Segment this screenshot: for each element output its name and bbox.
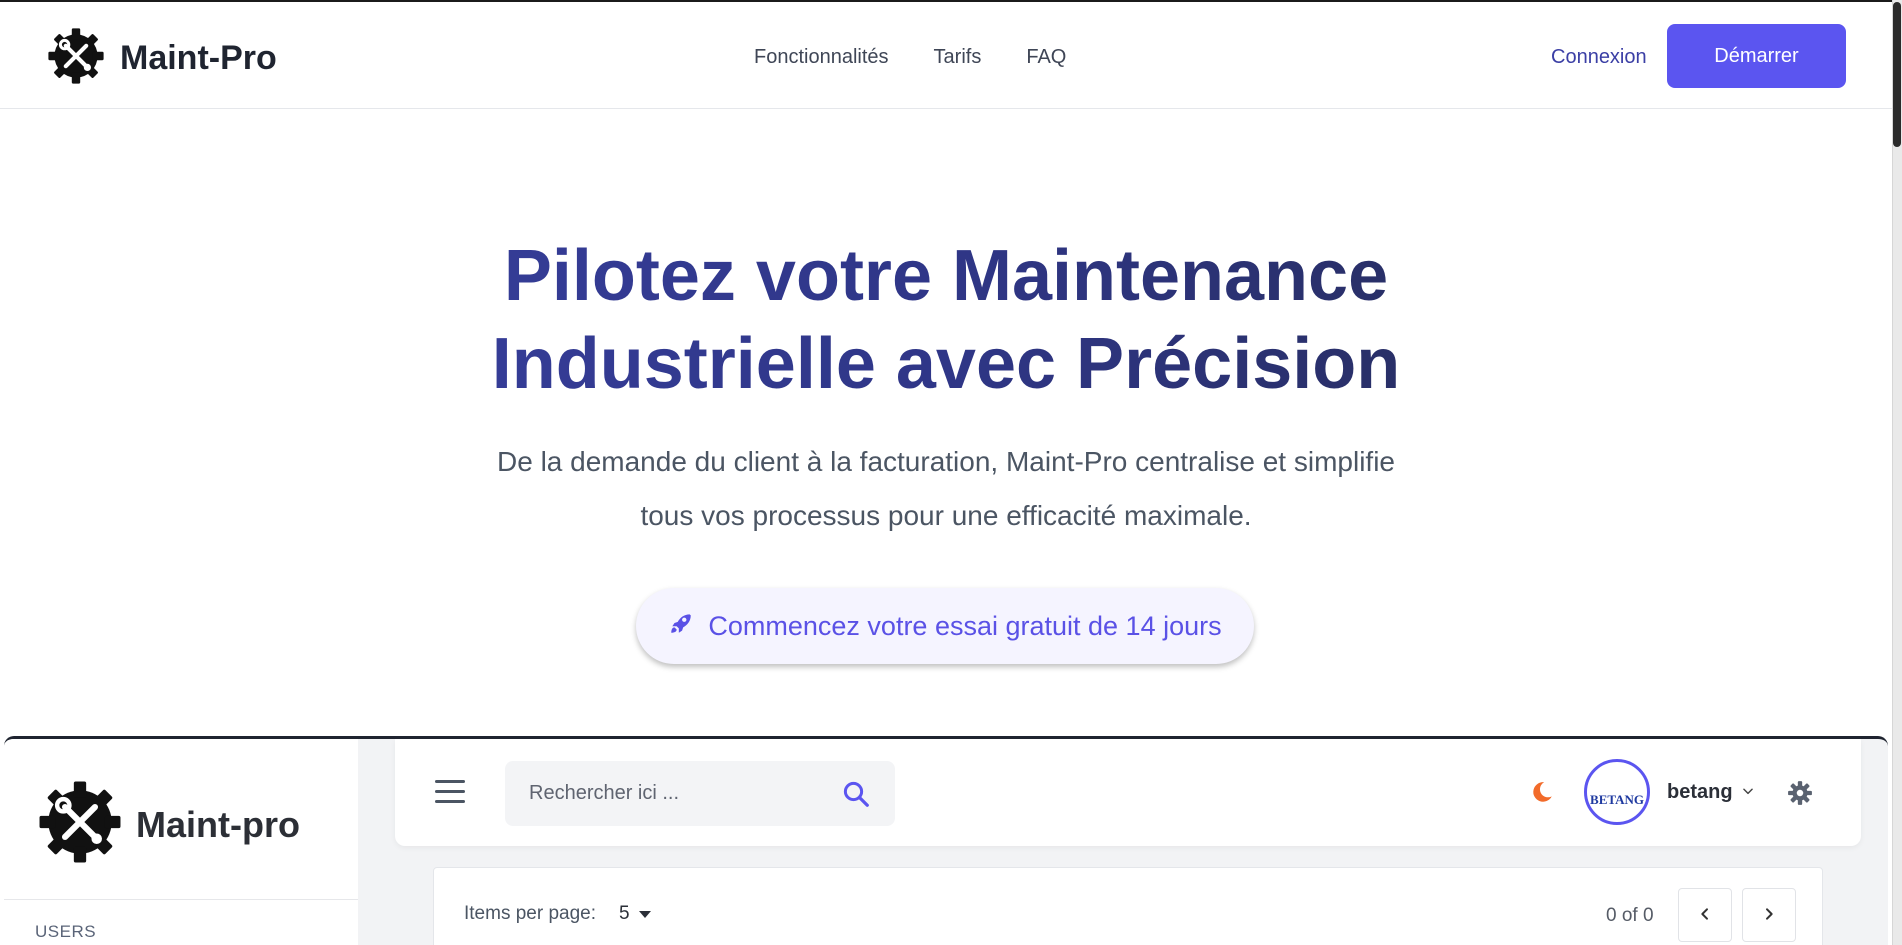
hero-title-line-2: Industrielle avec Précision <box>0 320 1892 408</box>
rocket-icon <box>668 610 694 643</box>
landing-page: Maint-Pro Fonctionnalités Tarifs FAQ Con… <box>0 2 1892 945</box>
menu-toggle-button[interactable] <box>435 780 465 804</box>
nav-link-features[interactable]: Fonctionnalités <box>754 46 889 69</box>
app-preview: Maint-pro USERS Rechercher ici ... BETAN… <box>4 736 1888 945</box>
search-icon <box>841 781 871 812</box>
page-count: 0 of 0 <box>1606 905 1654 926</box>
scrollbar-thumb[interactable] <box>1893 2 1901 147</box>
page-scrollbar[interactable] <box>1892 0 1902 945</box>
user-menu-button[interactable]: betang <box>1667 781 1755 804</box>
gear-wrench-logo-icon <box>36 778 124 871</box>
moon-icon <box>1529 782 1555 808</box>
sidebar-divider <box>4 899 358 900</box>
hero-title-line-1: Pilotez votre Maintenance <box>0 232 1892 320</box>
user-name: betang <box>1667 781 1733 803</box>
search-input[interactable] <box>529 782 849 805</box>
items-per-page-value: 5 <box>619 903 630 924</box>
app-topbar: BETANG betang <box>395 739 1861 846</box>
avatar-logo-text: BETANG <box>1590 792 1644 807</box>
start-button[interactable]: Démarrer <box>1667 24 1846 88</box>
avatar[interactable]: BETANG <box>1584 759 1650 825</box>
table-panel: Items per page: 5 0 of 0 <box>433 867 1823 945</box>
nav-link-faq[interactable]: FAQ <box>1026 46 1066 69</box>
settings-gear-icon <box>1787 781 1813 809</box>
top-navbar: Maint-Pro Fonctionnalités Tarifs FAQ Con… <box>0 2 1892 109</box>
previous-page-button[interactable] <box>1678 888 1732 942</box>
app-brand-name: Maint-pro <box>136 803 300 845</box>
free-trial-button[interactable]: Commencez votre essai gratuit de 14 jour… <box>636 588 1254 664</box>
gear-wrench-logo-icon <box>46 26 106 91</box>
hero-subtitle-line-1: De la demande du client à la facturation… <box>497 446 1395 477</box>
search-bar <box>505 761 895 826</box>
items-per-page-select[interactable]: 5 <box>619 903 652 925</box>
hero-subtitle: De la demande du client à la facturation… <box>0 435 1892 543</box>
menu-icon <box>435 780 465 783</box>
app-sidebar: Maint-pro USERS <box>4 739 358 945</box>
free-trial-label: Commencez votre essai gratuit de 14 jour… <box>708 610 1222 641</box>
caret-down-icon <box>638 907 652 922</box>
brand-name: Maint-Pro <box>120 39 277 77</box>
app-brand[interactable]: Maint-pro <box>36 778 300 871</box>
login-link[interactable]: Connexion <box>1551 46 1647 69</box>
next-page-button[interactable] <box>1742 888 1796 942</box>
nav-links: Fonctionnalités Tarifs FAQ <box>754 46 1066 69</box>
hero-subtitle-line-2: tous vos processus pour une efficacité m… <box>640 500 1252 531</box>
hero-title: Pilotez votre Maintenance Industrielle a… <box>0 232 1892 408</box>
chevron-down-icon <box>1741 784 1755 801</box>
sidebar-section-users: USERS <box>35 922 97 941</box>
chevron-right-icon <box>1761 906 1777 925</box>
chevron-left-icon <box>1697 906 1713 925</box>
items-per-page-label: Items per page: <box>464 903 597 924</box>
settings-button[interactable] <box>1787 780 1813 809</box>
brand-logo-link[interactable]: Maint-Pro <box>46 26 277 91</box>
theme-toggle-button[interactable] <box>1529 779 1555 808</box>
nav-link-pricing[interactable]: Tarifs <box>934 46 982 69</box>
search-button[interactable] <box>841 779 871 812</box>
